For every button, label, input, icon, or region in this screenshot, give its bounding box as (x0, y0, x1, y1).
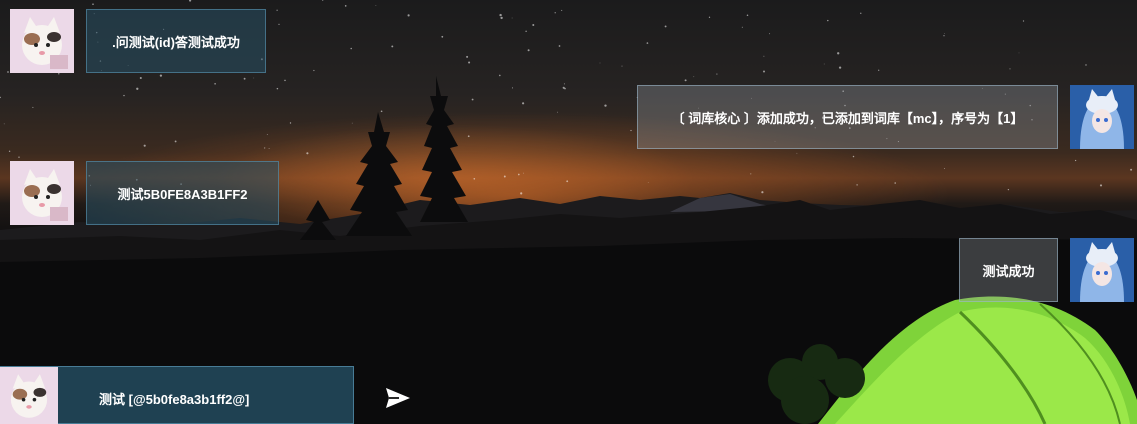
user-avatar[interactable] (10, 161, 74, 225)
message-bubble-4: 测试成功 (959, 238, 1058, 302)
cat-avatar-icon (0, 367, 58, 424)
anime-avatar-icon (1070, 238, 1134, 302)
message-text: .问测试(id)答测试成功 (112, 34, 240, 50)
message-bubble-2: 〔 词库核心 〕添加成功，已添加到词库【mc】，序号为【1】 (637, 85, 1058, 149)
message-text: 〔 词库核心 〕添加成功，已添加到词库【mc】，序号为【1】 (671, 110, 1024, 126)
input-value: 测试 [@5b0fe8a3b1ff2@] (99, 392, 250, 407)
message-text: 测试5B0FE8A3B1FF2 (117, 186, 248, 202)
bot-avatar[interactable] (1070, 238, 1134, 302)
anime-avatar-icon (1070, 85, 1134, 149)
send-icon (386, 388, 410, 408)
message-bubble-1: .问测试(id)答测试成功 (86, 9, 266, 73)
cat-avatar-icon (10, 9, 74, 73)
bot-avatar[interactable] (1070, 85, 1134, 149)
message-input[interactable]: 测试 [@5b0fe8a3b1ff2@] (0, 366, 354, 424)
message-bubble-3: 测试5B0FE8A3B1FF2 (86, 161, 279, 225)
send-button[interactable] (382, 384, 414, 412)
cat-avatar-icon (10, 161, 74, 225)
message-text: 测试成功 (982, 263, 1035, 279)
user-avatar[interactable] (10, 9, 74, 73)
composer-avatar (0, 367, 58, 424)
